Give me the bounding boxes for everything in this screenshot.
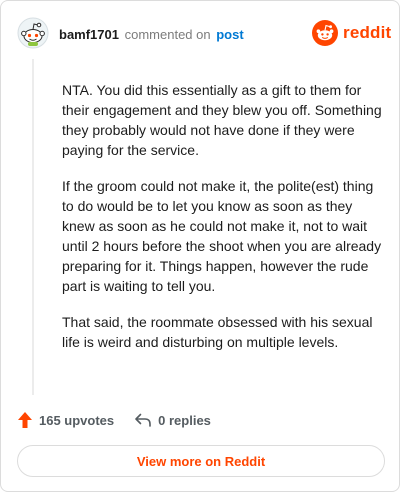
reddit-brand-link[interactable]: reddit (312, 20, 391, 46)
reply-arrow-icon (135, 413, 151, 427)
user-avatar-icon[interactable] (17, 17, 49, 49)
comment-paragraph: NTA. You did this essentially as a gift … (62, 82, 382, 158)
comment-body: NTA. You did this essentially as a gift … (62, 80, 384, 368)
reddit-logo-icon (312, 20, 338, 46)
commented-on-text: commented on (124, 27, 211, 42)
reply-button[interactable]: 0 replies (134, 412, 211, 428)
comment-paragraph: That said, the roommate obsessed with hi… (62, 314, 373, 350)
reply-count: 0 replies (158, 412, 211, 428)
username-link[interactable]: bamf1701 (59, 27, 119, 42)
reddit-wordmark: reddit (343, 23, 392, 42)
view-more-button[interactable]: View more on Reddit (17, 445, 385, 477)
comment-embed-card: bamf1701 commented on post reddit NTA. Y… (0, 0, 400, 492)
comment-actions: 165 upvotes 0 replies (17, 409, 211, 431)
upvote-arrow-icon (18, 412, 32, 428)
post-link[interactable]: post (216, 27, 243, 42)
upvote-count: 165 upvotes (39, 412, 115, 428)
comment-paragraph: If the groom could not make it, the poli… (62, 178, 382, 294)
comment-header: bamf1701 commented on post (59, 27, 244, 43)
upvote-button[interactable]: 165 upvotes (17, 411, 114, 429)
thread-line (32, 59, 34, 395)
